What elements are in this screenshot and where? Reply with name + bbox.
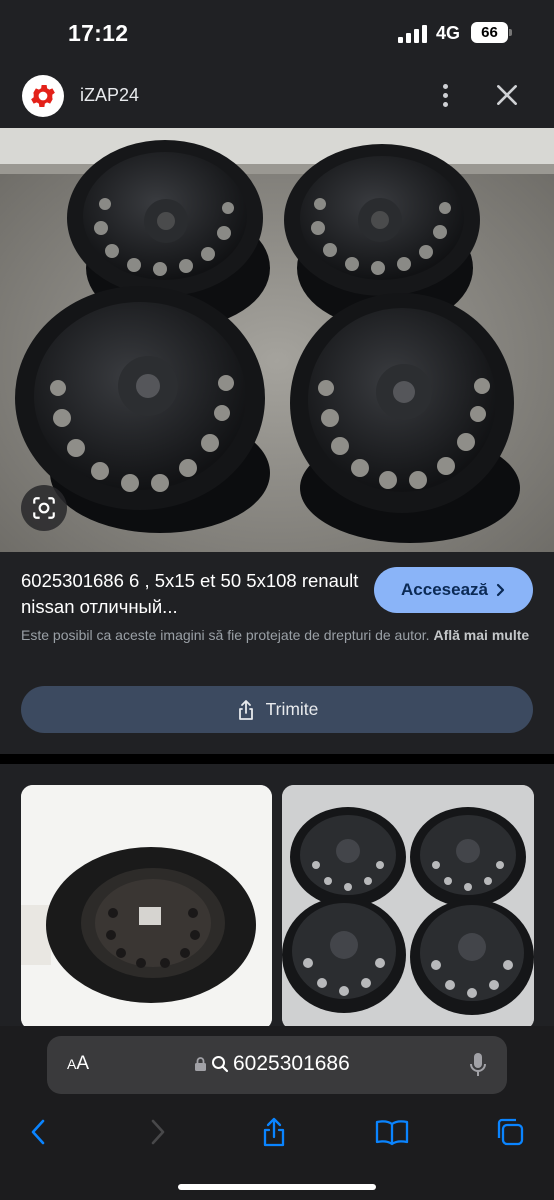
copyright-notice: Este posibil ca aceste imagini să fie pr… — [21, 624, 533, 646]
share-page-button[interactable] — [254, 1112, 294, 1152]
network-type: 4G — [436, 23, 461, 43]
tire-on-rim-photo — [21, 785, 272, 1030]
close-icon[interactable] — [494, 82, 520, 108]
cellular-signal-icon — [398, 25, 428, 43]
chevron-left-icon — [31, 1119, 45, 1145]
related-result-thumb[interactable] — [21, 785, 272, 1030]
address-bar[interactable]: AA 6025301686 — [47, 1036, 507, 1094]
book-icon — [375, 1120, 409, 1146]
share-icon — [263, 1117, 285, 1147]
browser-toolbar: AA 6025301686 — [0, 1026, 554, 1200]
status-bar: 17:12 4G 66 — [0, 0, 554, 68]
learn-more-link[interactable]: Află mai multe — [433, 627, 529, 643]
reader-options-button[interactable]: AA — [67, 1053, 89, 1075]
visit-button-label: Accesează — [401, 580, 488, 599]
four-steel-wheels-photo — [282, 785, 534, 1030]
main-result-image[interactable] — [0, 128, 554, 552]
visit-button[interactable]: Accesează — [374, 567, 533, 613]
microphone-icon[interactable] — [469, 1052, 487, 1078]
more-vertical-icon[interactable] — [432, 80, 458, 110]
lens-icon — [33, 497, 55, 519]
tabs-button[interactable] — [490, 1112, 530, 1152]
bookmarks-button[interactable] — [372, 1112, 412, 1152]
tabs-icon — [497, 1118, 524, 1146]
forward-button[interactable] — [138, 1112, 178, 1152]
search-icon — [212, 1056, 229, 1073]
result-title[interactable]: 6025301686 6 , 5x15 et 50 5x108 renault … — [21, 568, 361, 620]
share-label: Trimite — [265, 699, 319, 719]
url-display[interactable]: 6025301686 — [194, 1052, 350, 1076]
lens-search-button[interactable] — [21, 485, 67, 531]
gear-icon — [31, 85, 55, 107]
share-icon — [238, 699, 253, 720]
result-header: iZAP24 — [0, 68, 554, 128]
status-time: 17:12 — [68, 20, 129, 46]
copyright-text: Este posibil ca aceste imagini să fie pr… — [21, 627, 430, 643]
site-logo[interactable] — [22, 75, 64, 117]
back-button[interactable] — [18, 1112, 58, 1152]
aa-large: A — [76, 1053, 90, 1074]
lock-icon — [195, 1057, 206, 1071]
related-result-thumb[interactable] — [282, 785, 534, 1030]
search-query: 6025301686 — [233, 1052, 350, 1075]
aa-small: A — [67, 1056, 77, 1072]
battery-icon: 66 — [471, 22, 508, 43]
steel-wheels-photo — [0, 128, 554, 552]
chevron-right-icon — [151, 1119, 165, 1145]
result-info-panel: 6025301686 6 , 5x15 et 50 5x108 renault … — [0, 552, 554, 754]
site-name[interactable]: iZAP24 — [80, 85, 139, 106]
chevron-right-icon — [496, 583, 505, 597]
home-indicator — [178, 1184, 376, 1190]
battery-cap — [509, 29, 512, 36]
share-button[interactable]: Trimite — [21, 686, 533, 733]
browser-nav-row — [0, 1112, 554, 1152]
related-results-grid — [0, 764, 554, 1030]
